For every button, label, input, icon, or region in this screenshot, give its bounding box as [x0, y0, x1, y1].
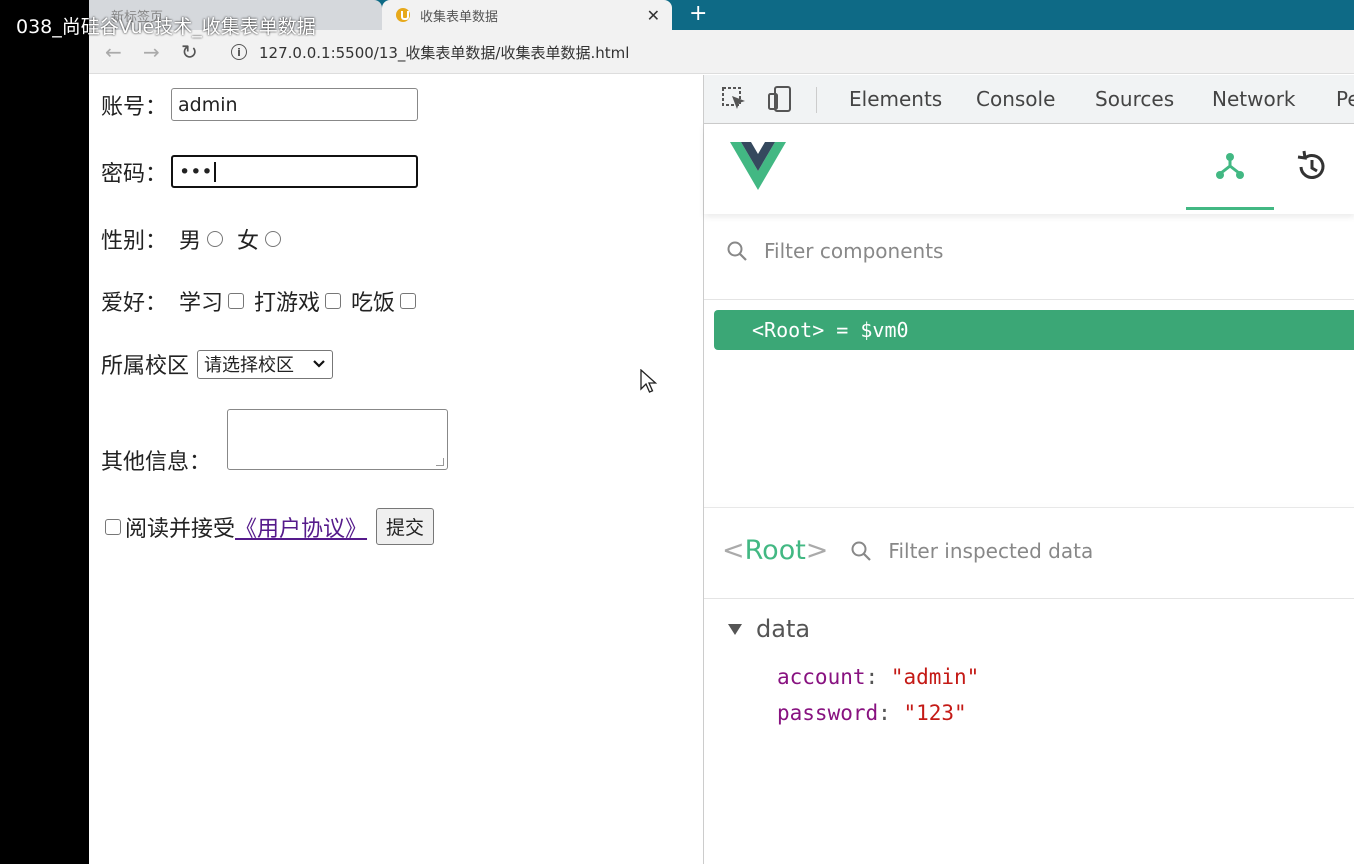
gender-option-male-label: 男	[179, 229, 202, 254]
password-label: 密码：	[101, 161, 168, 187]
vue-logo-icon	[730, 142, 786, 190]
browser-window: 新标签页 收集表单数据 ✕ + ← → ↻ i 127.0.0.1:5500/1…	[89, 0, 1354, 864]
agreement-row: 阅读并接受 《用户协议》 提交	[105, 508, 435, 545]
gender-label: 性别：	[101, 229, 168, 254]
divider	[704, 299, 1354, 300]
agree-checkbox[interactable]	[105, 518, 121, 535]
components-tab[interactable]	[1186, 124, 1274, 210]
gender-row: 性别： 男 女	[101, 223, 295, 255]
account-input-value: admin	[178, 93, 238, 116]
left-black-bar	[0, 0, 89, 864]
submit-button[interactable]: 提交	[376, 508, 435, 545]
new-tab-button[interactable]: +	[689, 1, 707, 26]
password-input[interactable]: •••	[171, 155, 419, 188]
hobby-eat-label: 吃饭	[351, 291, 396, 316]
timeline-history-icon[interactable]	[1294, 149, 1330, 185]
prop-key: password	[777, 701, 879, 725]
tab-form-page[interactable]: 收集表单数据 ✕	[382, 0, 672, 30]
vue-devtools-header	[704, 124, 1354, 214]
prop-value: "123"	[903, 701, 967, 725]
pane-splitter[interactable]	[704, 507, 1354, 508]
user-agreement-link[interactable]: 《用户协议》	[235, 511, 367, 543]
tab-divider	[816, 87, 817, 113]
search-icon	[727, 241, 747, 261]
account-input[interactable]: admin	[171, 88, 419, 121]
hobby-label: 爱好：	[101, 291, 168, 316]
password-input-value: •••	[179, 160, 213, 183]
account-label: 账号：	[101, 94, 168, 120]
component-tree-icon	[1216, 152, 1244, 179]
divider	[704, 598, 1354, 599]
filter-components[interactable]: Filter components	[726, 239, 943, 263]
page-content: 账号： admin 密码： ••• 性别： 男 女 爱好： 学习 打游戏 吃饭 …	[89, 75, 703, 864]
gender-option-female-label: 女	[237, 229, 260, 254]
back-button[interactable]: ←	[105, 40, 122, 64]
campus-select-value: 请选择校区	[204, 355, 295, 376]
filter-inspected-data[interactable]: Filter inspected data	[850, 539, 1093, 563]
hobby-game-checkbox[interactable]	[325, 293, 342, 309]
agree-text: 阅读并接受	[125, 516, 236, 542]
tab-label: 收集表单数据	[420, 9, 499, 25]
hobby-row: 爱好： 学习 打游戏 吃饭	[101, 285, 426, 317]
mouse-cursor-icon	[640, 369, 658, 393]
campus-select[interactable]: 请选择校区	[197, 349, 334, 379]
tab-network[interactable]: Network	[1212, 87, 1296, 111]
other-info-textarea[interactable]	[227, 409, 449, 470]
text-caret	[213, 161, 216, 182]
data-section-toggle[interactable]: data	[728, 615, 810, 643]
hobby-study-label: 学习	[179, 291, 224, 316]
reload-button[interactable]: ↻	[181, 40, 198, 64]
campus-label: 所属校区	[101, 354, 190, 379]
data-prop-password[interactable]: password: "123"	[777, 701, 967, 725]
chevron-down-icon	[313, 360, 325, 368]
search-icon	[851, 541, 872, 561]
url-text: 127.0.0.1:5500/13_收集表单数据/收集表单数据.html	[259, 43, 630, 62]
favicon-icon	[396, 8, 410, 22]
filter-inspected-placeholder: Filter inspected data	[888, 538, 1094, 563]
data-section-label: data	[756, 615, 811, 643]
inspector-header: <Root> Filter inspected data	[722, 535, 1093, 566]
tab-performance[interactable]: Pe	[1336, 87, 1354, 111]
info-icon[interactable]: i	[231, 44, 247, 60]
prop-key: account	[777, 665, 866, 689]
other-info-row: 其他信息：	[101, 409, 449, 475]
inspected-component-title: <Root>	[722, 535, 829, 566]
filter-components-placeholder: Filter components	[764, 239, 944, 263]
video-overlay-title: 038_尚硅谷Vue技术_收集表单数据	[16, 16, 316, 38]
screen: 038_尚硅谷Vue技术_收集表单数据 新标签页 收集表单数据 ✕ + ← → …	[0, 0, 1354, 864]
tab-console[interactable]: Console	[976, 87, 1055, 111]
hobby-study-checkbox[interactable]	[228, 293, 245, 309]
data-prop-account[interactable]: account: "admin"	[777, 665, 979, 689]
device-toolbar-icon[interactable]	[766, 85, 794, 113]
expand-triangle-icon	[728, 623, 742, 635]
prop-value: "admin"	[890, 665, 980, 689]
gender-female-radio[interactable]	[265, 231, 282, 247]
inspect-element-icon[interactable]	[720, 85, 748, 113]
hobby-game-label: 打游戏	[254, 291, 321, 316]
other-info-label: 其他信息：	[101, 450, 212, 475]
tab-sources[interactable]: Sources	[1095, 87, 1174, 111]
tab-elements[interactable]: Elements	[849, 87, 942, 111]
gender-male-radio[interactable]	[207, 231, 224, 247]
campus-row: 所属校区 请选择校区	[101, 348, 334, 380]
account-row: 账号： admin	[101, 88, 419, 121]
close-tab-icon[interactable]: ✕	[647, 6, 660, 25]
devtools-panel: Elements Console Sources Network Pe Filt…	[703, 75, 1354, 864]
component-tree-root-item[interactable]: <Root> = $vm0	[714, 310, 1354, 350]
password-row: 密码： •••	[101, 155, 419, 188]
forward-button[interactable]: →	[143, 40, 160, 64]
address-bar[interactable]: i 127.0.0.1:5500/13_收集表单数据/收集表单数据.html	[219, 36, 1349, 68]
hobby-eat-checkbox[interactable]	[400, 293, 417, 309]
devtools-tabbar: Elements Console Sources Network Pe	[704, 75, 1354, 124]
